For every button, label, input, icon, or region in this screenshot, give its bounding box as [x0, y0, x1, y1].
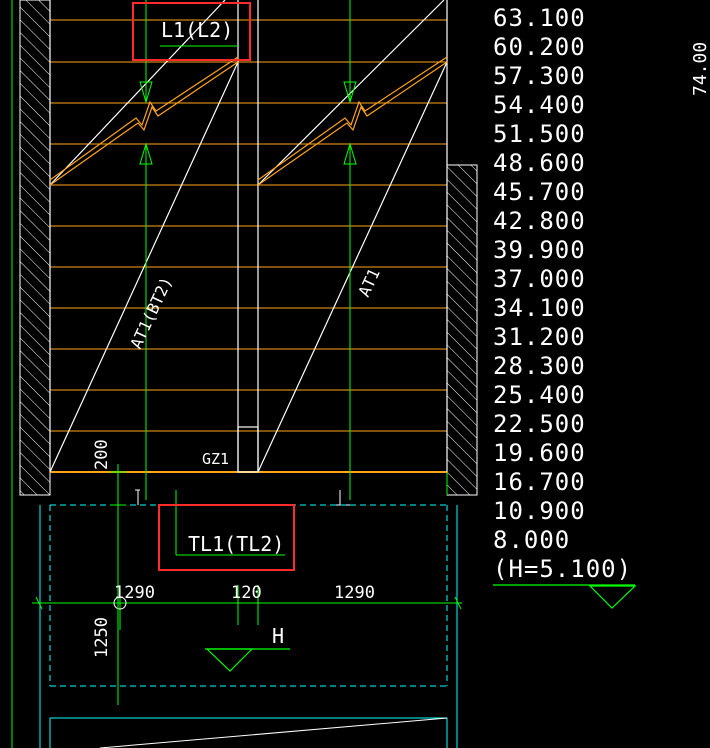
elevation-level-symbol	[493, 584, 637, 609]
dim-200-label: 200	[92, 439, 112, 470]
dim-1290-right-label: 1290	[334, 583, 375, 603]
elevation-value: 63.100	[493, 4, 586, 32]
dim-1250-label: 1250	[92, 617, 112, 658]
elevation-value: 34.100	[493, 294, 586, 322]
elevation-value: 57.300	[493, 62, 586, 90]
side-number: 74.00	[690, 41, 710, 96]
level-mark-label: H	[272, 624, 284, 648]
elevation-value: 60.200	[493, 33, 586, 61]
elevation-value: 16.700	[493, 468, 586, 496]
left-wall-hatch	[11, 0, 51, 748]
right-wall-hatch	[446, 164, 478, 496]
central-partition	[49, 0, 448, 473]
dim-120-label: 120	[231, 583, 262, 603]
elevation-list: 63.100 60.200 57.300 54.400 51.500 48.60…	[493, 4, 632, 584]
elevation-value: 8.000	[493, 526, 571, 554]
break-lines	[49, 56, 448, 186]
beam-bottom-label: TL1(TL2)	[188, 532, 284, 556]
stair-treads	[50, 19, 447, 473]
level-symbol	[205, 648, 290, 672]
elevation-value: 39.900	[493, 236, 586, 264]
elevation-value: 48.600	[493, 149, 586, 177]
elevation-value: 22.500	[493, 410, 586, 438]
elevation-value: 37.000	[493, 265, 586, 293]
elevation-value: 45.700	[493, 178, 586, 206]
elevation-value: 28.300	[493, 352, 586, 380]
dim-1290-left-label: 1290	[114, 583, 155, 603]
flight-right-label: AT1	[354, 265, 383, 299]
elevation-value: 10.900	[493, 497, 586, 525]
elevation-value: 42.800	[493, 207, 586, 235]
flight-left-label: AT1(BT2)	[126, 274, 176, 352]
column-label: GZ1	[202, 450, 229, 468]
tick-marks	[135, 489, 350, 506]
flight-diagonals	[49, 0, 448, 473]
elevation-value: 19.600	[493, 439, 586, 467]
elevation-value: 54.400	[493, 91, 586, 119]
elevation-value: 51.500	[493, 120, 586, 148]
elevation-value: 31.200	[493, 323, 586, 351]
beam-top-label: L1(L2)	[161, 18, 233, 42]
elevation-value: 25.400	[493, 381, 586, 409]
elevation-value: (H=5.100)	[493, 555, 633, 583]
